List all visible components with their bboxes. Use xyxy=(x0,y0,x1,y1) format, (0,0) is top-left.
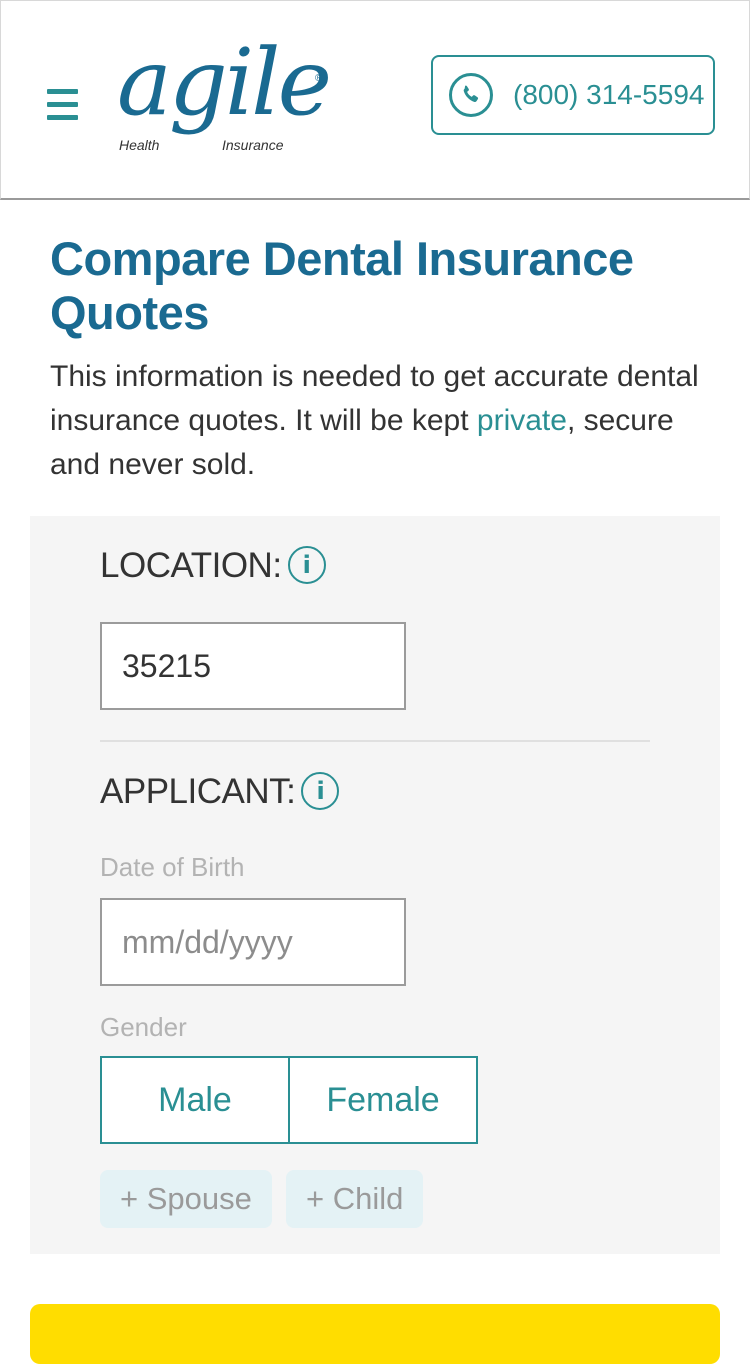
add-spouse-button[interactable]: + Spouse xyxy=(100,1170,272,1228)
applicant-info-icon[interactable]: i xyxy=(301,771,340,810)
phone-icon xyxy=(449,73,493,117)
section-divider xyxy=(100,740,650,742)
location-label: LOCATION: xyxy=(100,546,282,585)
applicant-label: APPLICANT: xyxy=(100,772,296,811)
registered-mark: ® xyxy=(315,73,323,84)
get-quotes-button[interactable] xyxy=(30,1304,720,1364)
agile-logo[interactable]: agile ® Health Insurance xyxy=(115,37,332,159)
gender-female-button[interactable]: Female xyxy=(288,1058,476,1142)
applicant-heading: APPLICANT: i xyxy=(100,771,340,813)
quote-form: LOCATION: i 35215 APPLICANT: i Date of Bir… xyxy=(30,516,720,1254)
logo-subtitle-insurance: Insurance xyxy=(222,137,284,153)
location-heading: LOCATION: i xyxy=(100,545,326,587)
gender-male-button[interactable]: Male xyxy=(102,1058,288,1142)
gender-label: Gender xyxy=(100,1012,187,1042)
call-phone-button[interactable]: (800) 314-5594 xyxy=(431,55,715,135)
date-of-birth-input[interactable]: mm/dd/yyyy xyxy=(100,898,406,986)
zip-code-input[interactable]: 35215 xyxy=(100,622,406,710)
logo-subtitle-health: Health xyxy=(119,137,160,153)
phone-number: (800) 314-5594 xyxy=(513,79,705,110)
gender-selector: Male Female xyxy=(100,1056,478,1144)
location-info-icon[interactable]: i xyxy=(287,545,326,584)
dob-label: Date of Birth xyxy=(100,852,245,882)
hamburger-menu-icon[interactable] xyxy=(47,89,78,120)
site-header: agile ® Health Insurance (800) 314-5594 xyxy=(0,0,750,200)
page-title: Compare Dental Insurance Quotes xyxy=(50,232,634,339)
add-child-button[interactable]: + Child xyxy=(286,1170,424,1228)
privacy-link[interactable]: private xyxy=(477,404,567,437)
logo-wordmark: agile xyxy=(117,29,332,136)
intro-text: This information is needed to get accura… xyxy=(50,355,710,487)
